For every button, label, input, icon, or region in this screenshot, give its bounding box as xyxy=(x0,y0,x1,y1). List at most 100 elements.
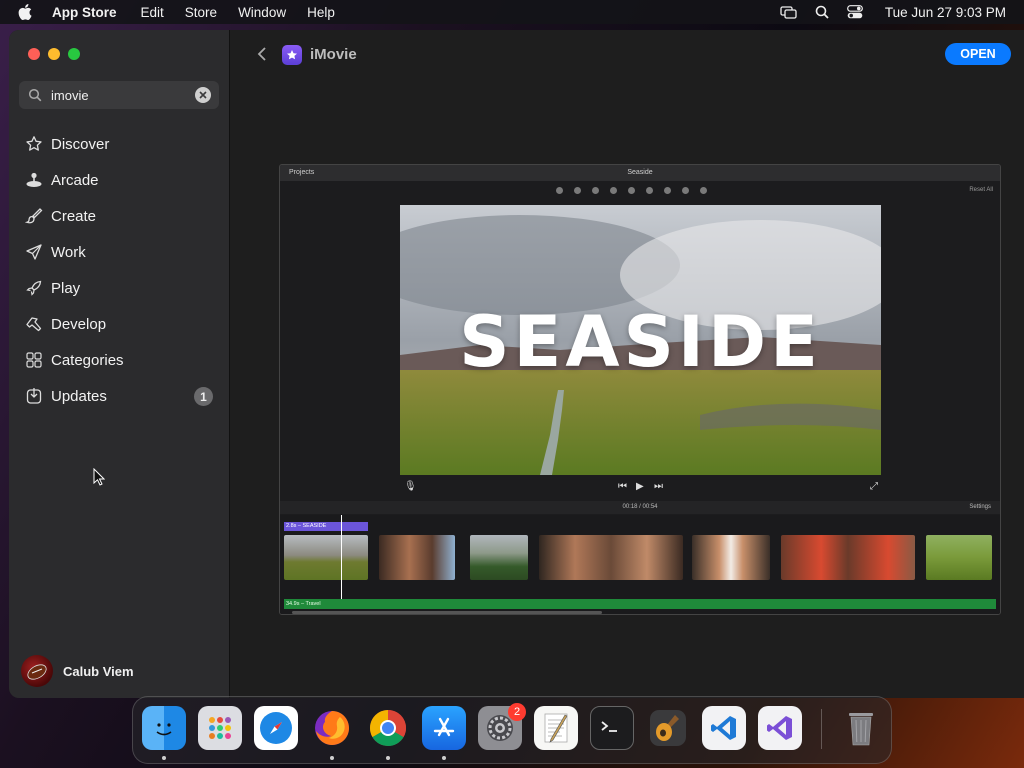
sidebar: imovie Discover Arcade Create Work Play … xyxy=(9,30,230,698)
garageband-icon[interactable] xyxy=(646,706,690,750)
video-clip xyxy=(926,535,992,580)
menu-window[interactable]: Window xyxy=(238,5,286,20)
sidebar-item-updates[interactable]: Updates 1 xyxy=(9,378,230,414)
timecode: 00:18 / 00:54 xyxy=(622,504,658,510)
microphone-icon: 🎙 xyxy=(404,481,417,492)
chrome-icon[interactable] xyxy=(366,706,410,750)
spotlight-search-icon[interactable] xyxy=(815,5,829,19)
video-viewer: SEASIDE xyxy=(400,205,881,475)
video-clip xyxy=(781,535,915,580)
clear-search-icon[interactable] xyxy=(195,87,211,103)
star-icon xyxy=(25,135,43,153)
updates-badge: 1 xyxy=(194,387,213,406)
trash-icon[interactable] xyxy=(839,706,883,750)
sidebar-item-play[interactable]: Play xyxy=(9,270,230,306)
menu-bar: App Store Edit Store Window Help Tue Jun… xyxy=(0,0,1024,24)
visual-studio-icon[interactable] xyxy=(758,706,802,750)
video-clip xyxy=(692,535,770,580)
app-screenshot[interactable]: Projects Seaside Reset All SEASIDE 🎙 ⏮ ▶… xyxy=(279,164,1001,615)
sidebar-item-work[interactable]: Work xyxy=(9,234,230,270)
close-window-button[interactable] xyxy=(28,48,40,60)
timeline: 2.8s – SEASIDE 34.9s – Travel xyxy=(280,515,1000,614)
menu-help[interactable]: Help xyxy=(307,5,335,20)
firefox-icon[interactable] xyxy=(310,706,354,750)
avatar xyxy=(21,655,53,687)
search-field[interactable]: imovie xyxy=(19,81,219,109)
playback-controls: 🎙 ⏮ ▶ ⏭ ⤢ xyxy=(280,481,1000,495)
sidebar-nav: Discover Arcade Create Work Play Develop xyxy=(9,126,230,414)
back-chevron-icon[interactable] xyxy=(255,46,269,62)
user-account[interactable]: Calub Viem xyxy=(21,655,134,687)
imovie-app-icon xyxy=(282,45,302,65)
menu-clock[interactable]: Tue Jun 27 9:03 PM xyxy=(885,5,1006,20)
app-title: iMovie xyxy=(310,46,357,63)
grid-icon xyxy=(25,351,43,369)
sidebar-item-categories[interactable]: Categories xyxy=(9,342,230,378)
sidebar-item-label: Updates xyxy=(51,387,107,405)
zoom-window-button[interactable] xyxy=(68,48,80,60)
app-store-running-dot xyxy=(442,756,446,760)
dock: 2 xyxy=(132,696,892,764)
sidebar-item-label: Develop xyxy=(51,315,107,333)
sidebar-item-label: Discover xyxy=(51,135,110,153)
open-button[interactable]: OPEN xyxy=(945,43,1011,65)
project-title: Seaside xyxy=(627,169,653,176)
vscode-icon[interactable] xyxy=(702,706,746,750)
app-store-icon[interactable] xyxy=(422,706,466,750)
imovie-titlebar: Projects Seaside xyxy=(280,165,1000,181)
sidebar-item-label: Create xyxy=(51,207,97,225)
finder-icon[interactable] xyxy=(142,706,186,750)
apple-menu-icon[interactable] xyxy=(18,3,36,21)
rocket-icon xyxy=(25,279,43,297)
paper-plane-icon xyxy=(25,243,43,261)
sidebar-item-label: Work xyxy=(51,243,86,261)
mouse-cursor-icon xyxy=(93,467,106,491)
sidebar-item-label: Play xyxy=(51,279,81,297)
title-clip-label: 2.8s – SEASIDE xyxy=(284,522,368,531)
chrome-running-dot xyxy=(386,756,390,760)
main-content: iMovie OPEN Projects Seaside Reset All S… xyxy=(231,30,1024,698)
user-name: Calub Viem xyxy=(63,663,134,679)
window-controls xyxy=(28,48,88,60)
settings-label: Settings xyxy=(969,504,991,510)
skip-back-icon: ⏮ xyxy=(618,481,627,492)
reset-all-label: Reset All xyxy=(969,187,993,193)
joystick-icon xyxy=(25,171,43,189)
firefox-running-dot xyxy=(330,756,334,760)
screen-mirroring-icon[interactable] xyxy=(780,5,797,19)
search-icon xyxy=(28,88,42,102)
fullscreen-icon: ⤢ xyxy=(870,481,878,492)
minimize-window-button[interactable] xyxy=(48,48,60,60)
timeline-scrollbar xyxy=(292,611,602,614)
audio-track: 34.9s – Travel xyxy=(284,599,996,609)
control-center-icon[interactable] xyxy=(847,5,863,19)
menu-edit[interactable]: Edit xyxy=(141,5,164,20)
download-icon xyxy=(25,387,43,405)
sidebar-item-arcade[interactable]: Arcade xyxy=(9,162,230,198)
brush-icon xyxy=(25,207,43,225)
settings-badge: 2 xyxy=(508,703,526,721)
menu-store[interactable]: Store xyxy=(185,5,217,20)
textedit-icon[interactable] xyxy=(534,706,578,750)
hammer-icon xyxy=(25,315,43,333)
playhead xyxy=(341,515,342,607)
viewer-title-text: SEASIDE xyxy=(459,301,822,383)
video-clip xyxy=(379,535,455,580)
search-input[interactable]: imovie xyxy=(51,88,89,103)
imovie-toolbar xyxy=(556,187,718,194)
launchpad-icon[interactable] xyxy=(198,706,242,750)
timeline-header: 00:18 / 00:54 Settings xyxy=(280,501,1000,514)
finder-running-dot xyxy=(162,756,166,760)
sidebar-item-discover[interactable]: Discover xyxy=(9,126,230,162)
video-clip xyxy=(284,535,368,580)
sidebar-item-create[interactable]: Create xyxy=(9,198,230,234)
safari-icon[interactable] xyxy=(254,706,298,750)
sidebar-item-label: Arcade xyxy=(51,171,99,189)
video-clip xyxy=(470,535,528,580)
video-clip xyxy=(539,535,683,580)
menu-app-store[interactable]: App Store xyxy=(52,5,117,20)
terminal-icon[interactable] xyxy=(590,706,634,750)
dock-separator xyxy=(821,709,822,749)
skip-forward-icon: ⏭ xyxy=(654,481,663,492)
sidebar-item-develop[interactable]: Develop xyxy=(9,306,230,342)
